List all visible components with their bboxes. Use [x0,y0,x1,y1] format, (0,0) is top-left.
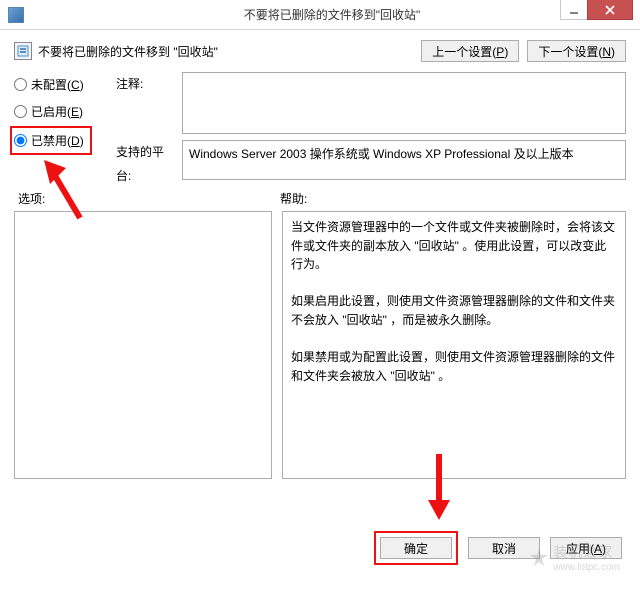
help-text: 当文件资源管理器中的一个文件或文件夹被删除时，会将该文件或文件夹的副本放入 "回… [291,220,615,383]
ok-button-highlight: 确定 [374,531,458,565]
title-bar: 不要将已删除的文件移到"回收站" [0,0,640,30]
options-panel[interactable] [14,211,272,479]
next-setting-button[interactable]: 下一个设置(N) [527,40,626,62]
comment-label: 注释: [116,72,172,96]
dialog-footer: 确定 取消 应用(A) [374,531,622,565]
minimize-button[interactable] [560,0,588,20]
prev-setting-button[interactable]: 上一个设置(P) [421,40,519,62]
platform-label: 支持的平台: [116,140,172,164]
policy-name: 不要将已删除的文件移到 "回收站" [38,43,421,60]
radio-enabled[interactable]: 已启用(E) [14,103,106,120]
radio-disabled[interactable]: 已禁用(D) [14,132,84,149]
window-controls [561,0,633,22]
cancel-button[interactable]: 取消 [468,537,540,559]
close-button[interactable] [587,0,633,20]
supported-platform-box[interactable]: Windows Server 2003 操作系统或 Windows XP Pro… [182,140,626,180]
options-label: 选项: [18,190,280,207]
ok-button[interactable]: 确定 [380,537,452,559]
apply-button[interactable]: 应用(A) [550,537,622,559]
window-icon [8,7,24,23]
radio-not-configured[interactable]: 未配置(C) [14,76,106,93]
state-radio-group: 未配置(C) 已启用(E) 已禁用(D) [14,72,106,180]
help-label: 帮助: [280,190,307,207]
help-panel[interactable]: 当文件资源管理器中的一个文件或文件夹被删除时，会将该文件或文件夹的副本放入 "回… [282,211,626,479]
radio-disabled-input[interactable] [14,134,27,147]
radio-disabled-highlight: 已禁用(D) [10,126,92,155]
radio-enabled-input[interactable] [14,105,27,118]
radio-not-configured-input[interactable] [14,78,27,91]
platform-text: Windows Server 2003 操作系统或 Windows XP Pro… [189,147,574,161]
policy-icon [14,42,32,60]
window-title: 不要将已删除的文件移到"回收站" [24,6,640,23]
comment-textarea[interactable] [182,72,626,134]
